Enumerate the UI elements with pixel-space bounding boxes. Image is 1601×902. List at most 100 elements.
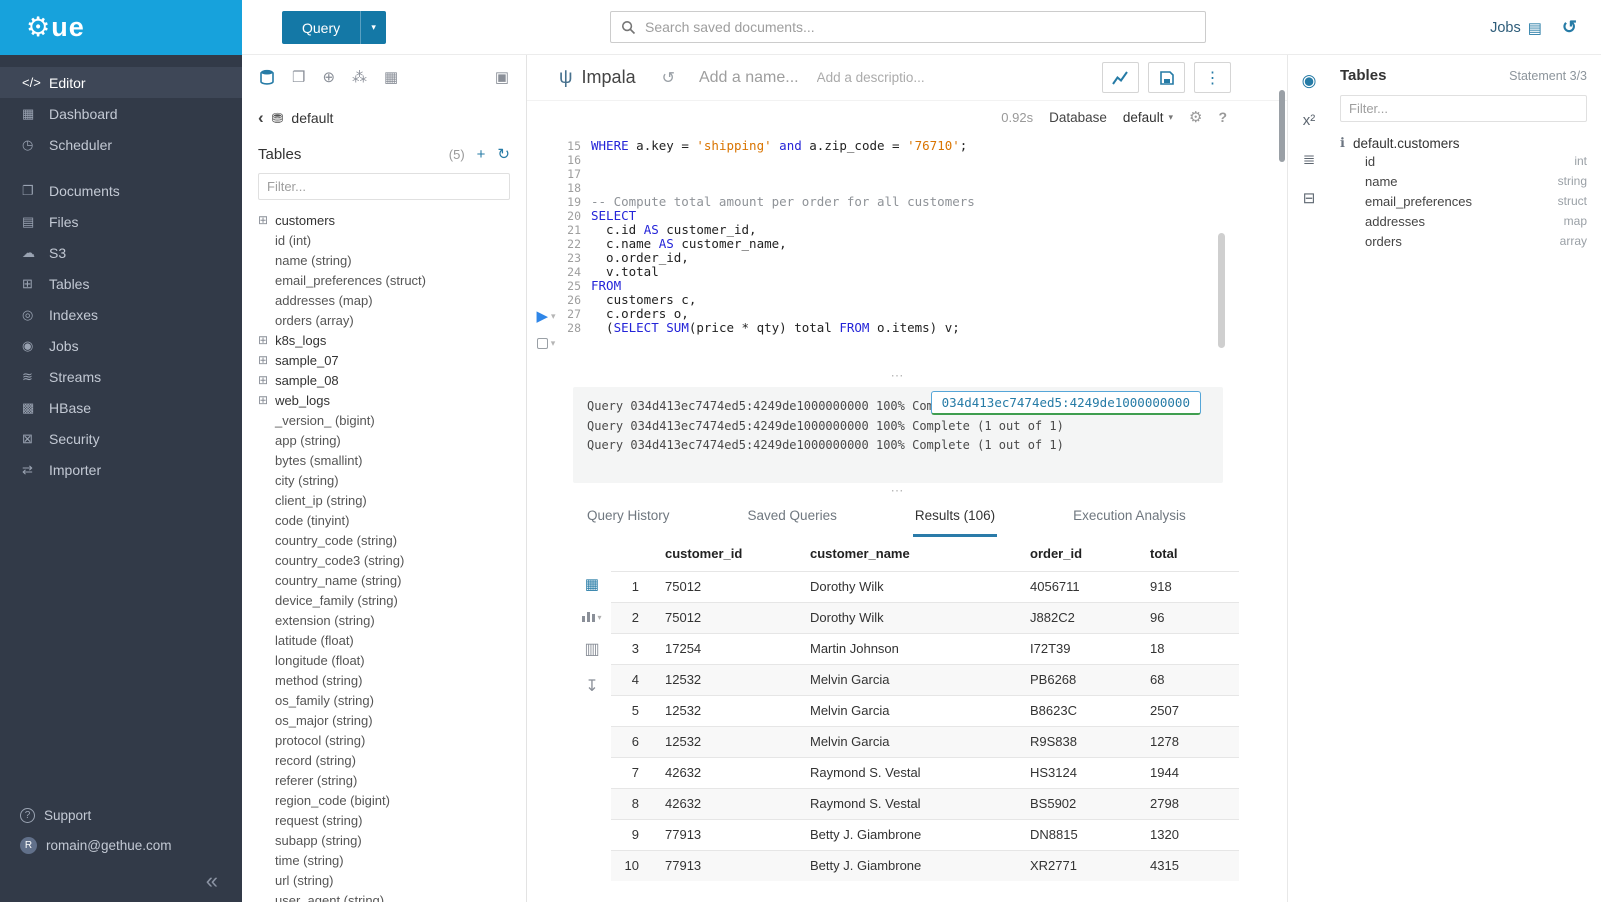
assist-list-item[interactable]: ⊞ sample_08 <box>258 370 510 390</box>
active-table-row[interactable]: ℹ default.customers <box>1340 135 1587 151</box>
hue-logo[interactable]: ⚙ ue <box>0 0 242 55</box>
editor-log-splitter[interactable]: ⋯ <box>573 365 1223 387</box>
documents-assist-icon[interactable]: ❐ <box>292 68 305 86</box>
assist-list-item[interactable]: ⊞ id (int) <box>258 230 510 250</box>
table-row[interactable]: 10 77913 Betty J. Giambrone XR2771 4315 <box>611 850 1239 881</box>
sidebar-item[interactable]: ⊠ Security <box>0 423 242 454</box>
query-description-field[interactable]: Add a descriptio... <box>817 70 1102 85</box>
functions-icon[interactable]: x² <box>1303 112 1316 129</box>
query-button[interactable]: Query <box>282 11 360 44</box>
assist-list-item[interactable]: ⊞ referer (string) <box>258 770 510 790</box>
sidebar-item[interactable]: </> Editor <box>0 67 242 98</box>
sidebar-item[interactable]: ❐ Documents <box>0 175 242 206</box>
grid-view-icon[interactable]: ▦ <box>585 575 599 593</box>
tab[interactable]: Results (106) <box>913 508 997 537</box>
column-row[interactable]: id int <box>1340 151 1587 171</box>
tab[interactable]: Query History <box>585 508 672 537</box>
more-actions-button[interactable]: ⋮ <box>1194 62 1231 93</box>
chart-button[interactable] <box>1102 62 1139 93</box>
assist-list-item[interactable]: ⊞ os_major (string) <box>258 710 510 730</box>
support-link[interactable]: ? Support <box>0 800 242 830</box>
assist-list-item[interactable]: ⊞ user_agent (string) <box>258 890 510 902</box>
save-button[interactable] <box>1148 62 1185 93</box>
assist-list-item[interactable]: ⊞ orders (array) <box>258 310 510 330</box>
assist-list-item[interactable]: ⊞ record (string) <box>258 750 510 770</box>
snippet-settings-control[interactable]: ▾ <box>537 338 556 349</box>
assist-list-item[interactable]: ⊞ web_logs <box>258 390 510 410</box>
engine-selector[interactable]: ψ Impala <box>559 67 636 89</box>
assist-list-item[interactable]: ⊞ sample_07 <box>258 350 510 370</box>
column-header[interactable]: customer_name <box>800 537 1020 571</box>
column-row[interactable]: orders array <box>1340 231 1587 251</box>
assist-list-item[interactable]: ⊞ bytes (smallint) <box>258 450 510 470</box>
search-input[interactable] <box>645 19 1195 35</box>
play-icon[interactable]: ▶ <box>536 307 548 325</box>
assist-list-item[interactable]: ⊞ device_family (string) <box>258 590 510 610</box>
database-select[interactable]: default ▾ <box>1123 110 1173 125</box>
sidebar-item[interactable]: ▩ HBase <box>0 392 242 423</box>
assist-list-item[interactable]: ⊞ app (string) <box>258 430 510 450</box>
table-row[interactable]: 2 75012 Dorothy Wilk J882C2 96 <box>611 602 1239 633</box>
assist-list-item[interactable]: ⊞ name (string) <box>258 250 510 270</box>
global-search[interactable] <box>610 11 1206 43</box>
columns-view-icon[interactable]: ▥ <box>584 639 599 659</box>
briefcase-icon[interactable]: ▣ <box>495 68 509 86</box>
assist-list-item[interactable]: ⊞ request (string) <box>258 810 510 830</box>
add-table-icon[interactable]: + <box>477 146 486 163</box>
column-header[interactable]: order_id <box>1020 537 1140 571</box>
assist-list-item[interactable]: ⊞ time (string) <box>258 850 510 870</box>
tab[interactable]: Execution Analysis <box>1071 508 1188 537</box>
assist-list-item[interactable]: ⊞ os_family (string) <box>258 690 510 710</box>
schedule-icon[interactable]: ⊟ <box>1303 189 1316 207</box>
column-row[interactable]: email_preferences struct <box>1340 191 1587 211</box>
assist-list-item[interactable]: ⊞ email_preferences (struct) <box>258 270 510 290</box>
user-account[interactable]: R romain@gethue.com <box>0 830 242 860</box>
assist-list-item[interactable]: ⊞ code (tinyint) <box>258 510 510 530</box>
query-dropdown-caret[interactable]: ▾ <box>360 11 386 44</box>
assist-list-item[interactable]: ⊞ country_code3 (string) <box>258 550 510 570</box>
assist-list-item[interactable]: ⊞ url (string) <box>258 870 510 890</box>
settings-gear-icon[interactable]: ⚙ <box>1189 108 1202 126</box>
jobs-link[interactable]: Jobs ▤ <box>1490 19 1542 37</box>
table-row[interactable]: 4 12532 Melvin Garcia PB6268 68 <box>611 664 1239 695</box>
assist-list-item[interactable]: ⊞ latitude (float) <box>258 630 510 650</box>
assist-list-item[interactable]: ⊞ addresses (map) <box>258 290 510 310</box>
editor-scrollbar-thumb[interactable] <box>1218 233 1225 348</box>
assist-list-item[interactable]: ⊞ client_ip (string) <box>258 490 510 510</box>
sidebar-item[interactable]: ≋ Streams <box>0 361 242 392</box>
sidebar-item[interactable]: ◉ Jobs <box>0 330 242 361</box>
assist-list-item[interactable]: ⊞ region_code (bigint) <box>258 790 510 810</box>
sitemap-icon[interactable]: ⁂ <box>352 68 367 86</box>
assist-filter-input[interactable] <box>258 173 510 200</box>
log-results-splitter[interactable]: ⋯ <box>573 483 1223 499</box>
column-header[interactable]: total <box>1140 537 1239 571</box>
assist-list-item[interactable]: ⊞ method (string) <box>258 670 510 690</box>
assist-list-item[interactable]: ⊞ k8s_logs <box>258 330 510 350</box>
editor-help-icon[interactable]: ? <box>1218 109 1227 125</box>
language-reference-icon[interactable]: ≣ <box>1303 150 1316 168</box>
sql-editor[interactable]: ▶ ▾ ▾ 15 WHERE a.key = 'shipping' and a.… <box>527 133 1287 365</box>
chart-view-control[interactable]: ▾ <box>582 610 601 622</box>
assist-list-item[interactable]: ⊞ country_name (string) <box>258 570 510 590</box>
assistant-icon[interactable]: ◉ <box>1302 71 1317 91</box>
column-row[interactable]: addresses map <box>1340 211 1587 231</box>
collapse-sidebar-button[interactable]: « <box>0 868 242 894</box>
assist-list-item[interactable]: ⊞ extension (string) <box>258 610 510 630</box>
sidebar-item[interactable]: ▤ Files <box>0 206 242 237</box>
apps-grid-icon[interactable]: ▦ <box>384 68 398 86</box>
databases-icon[interactable] <box>259 69 275 85</box>
table-row[interactable]: 6 12532 Melvin Garcia R9S838 1278 <box>611 726 1239 757</box>
code-area[interactable]: 15 WHERE a.key = 'shipping' and a.zip_co… <box>565 137 1287 365</box>
table-row[interactable]: 3 17254 Martin Johnson I72T39 18 <box>611 633 1239 664</box>
sidebar-item[interactable]: ☁ S3 <box>0 237 242 268</box>
main-scrollbar-thumb[interactable] <box>1279 90 1285 162</box>
assist-list-item[interactable]: ⊞ subapp (string) <box>258 830 510 850</box>
assist-list-item[interactable]: ⊞ country_code (string) <box>258 530 510 550</box>
query-history-icon[interactable]: ↺ <box>1562 17 1577 38</box>
assist-list-item[interactable]: ⊞ _version_ (bigint) <box>258 410 510 430</box>
sidebar-item[interactable]: ⊞ Tables <box>0 268 242 299</box>
info-icon[interactable]: ℹ <box>1340 135 1345 151</box>
table-row[interactable]: 9 77913 Betty J. Giambrone DN8815 1320 <box>611 819 1239 850</box>
sidebar-item[interactable]: ▦ Dashboard <box>0 98 242 129</box>
assist-list-item[interactable]: ⊞ city (string) <box>258 470 510 490</box>
